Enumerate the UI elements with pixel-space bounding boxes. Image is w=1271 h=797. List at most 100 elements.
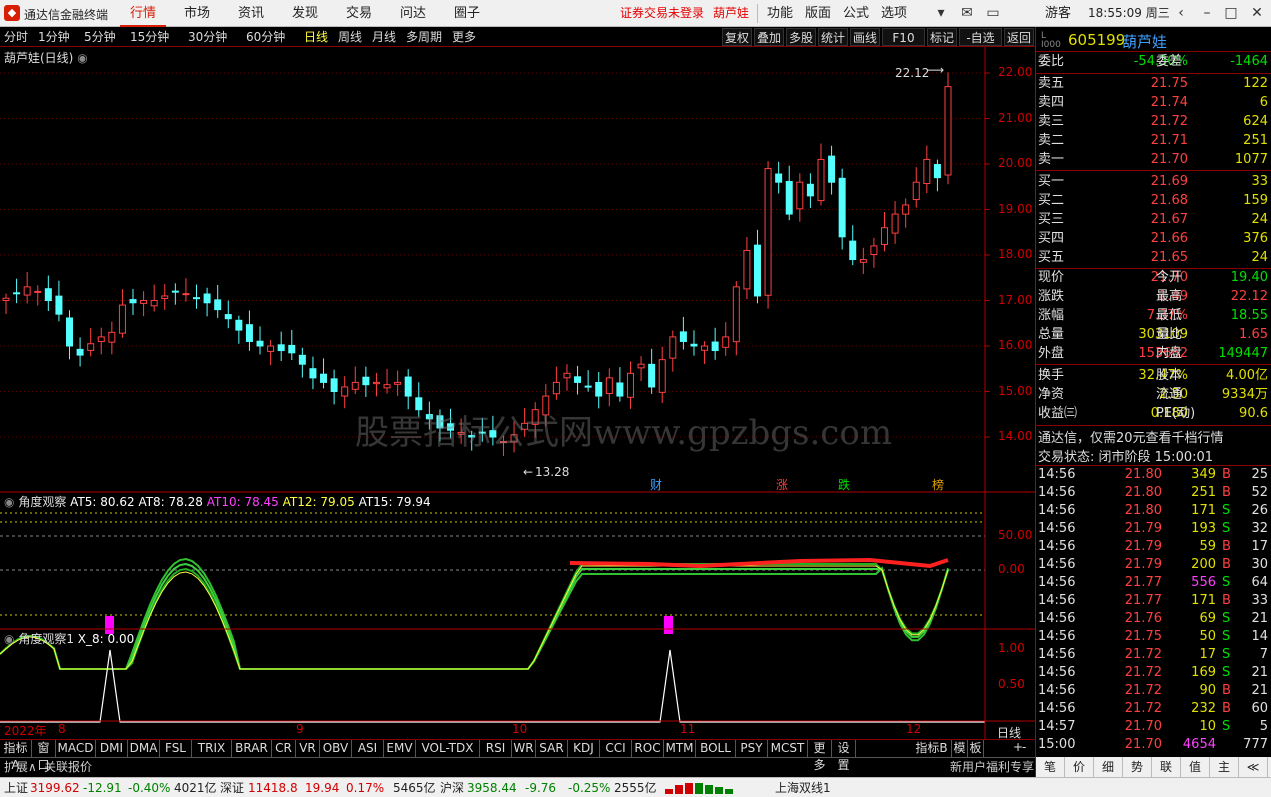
rp-tab-1[interactable]: 价	[1065, 757, 1094, 777]
indicator-tab-8[interactable]: CR	[272, 740, 296, 757]
menu-banmian[interactable]: 版面	[805, 0, 831, 27]
menu-gongneng[interactable]: 功能	[767, 0, 793, 27]
marker-cai[interactable]: 财	[650, 476, 662, 493]
indicator-tab-13[interactable]: VOL-TDX	[416, 740, 480, 757]
indicator-tab-10[interactable]: OBV	[320, 740, 352, 757]
down-arrow-icon[interactable]: ▾	[930, 3, 952, 23]
menu-faxian[interactable]: 发现	[283, 0, 327, 27]
indicator-tab-3[interactable]: DMI	[96, 740, 128, 757]
marker-die[interactable]: 跌	[838, 476, 850, 493]
indicator-tab-6[interactable]: TRIX	[192, 740, 232, 757]
collapse-icon[interactable]: ◉	[4, 632, 14, 646]
indicator-tab-19[interactable]: ROC	[632, 740, 664, 757]
login-stock[interactable]: 葫芦娃	[713, 0, 749, 27]
newuser-link[interactable]: 新用户福利专享	[950, 758, 1034, 775]
marker-bang[interactable]: 榜	[932, 476, 944, 493]
user-label[interactable]: 游客	[1045, 0, 1071, 27]
indicator-tab-9[interactable]: VR	[296, 740, 320, 757]
period-tab-4[interactable]: 30分钟	[188, 27, 227, 47]
rp-tab-4[interactable]: 联	[1152, 757, 1181, 777]
period-tab-1[interactable]: 1分钟	[38, 27, 70, 47]
indicator-tab-7[interactable]: BRAR	[232, 740, 272, 757]
indicator-tab-11[interactable]: ASI	[352, 740, 384, 757]
menu-quanzi[interactable]: 圈子	[445, 0, 489, 27]
indicator-tab-0[interactable]: 指标A	[0, 740, 32, 772]
menu-zixun[interactable]: 资讯	[229, 0, 273, 27]
mail-icon[interactable]: ✉	[956, 3, 978, 23]
rp-tab-7[interactable]: ≪	[1239, 757, 1268, 777]
period-tab-8[interactable]: 月线	[372, 27, 396, 47]
rp-tab-0[interactable]: 笔	[1036, 757, 1065, 777]
indicator-tab-1[interactable]: 窗口	[32, 740, 56, 772]
indicator-tab-24[interactable]: 更多	[808, 740, 832, 772]
tick-price: 21.79	[1124, 539, 1162, 554]
tool-8[interactable]: 返回	[1004, 28, 1034, 46]
marker-zhang[interactable]: 涨	[776, 476, 788, 493]
menu-xuanxiang[interactable]: 选项	[881, 0, 907, 27]
collapse-icon[interactable]: ◉	[4, 495, 14, 509]
tool-6[interactable]: 标记	[927, 28, 957, 46]
indicator-tab-23[interactable]: MCST	[768, 740, 808, 757]
indicator-tab-20[interactable]: MTM	[664, 740, 696, 757]
period-tab-10[interactable]: 更多	[452, 27, 476, 47]
period-tab-3[interactable]: 15分钟	[130, 27, 169, 47]
sh-label[interactable]: 上证	[4, 778, 28, 797]
tool-7[interactable]: -自选	[959, 28, 1002, 46]
sz-change: 19.94	[305, 781, 340, 795]
menu-shichang[interactable]: 市场	[175, 0, 219, 27]
stat-label: 收益㈢	[1038, 406, 1078, 421]
indicator-tab-17[interactable]: KDJ	[568, 740, 600, 757]
period-tab-2[interactable]: 5分钟	[84, 27, 116, 47]
candle-body	[679, 331, 687, 342]
tool-4[interactable]: 画线	[850, 28, 880, 46]
tab-mo[interactable]: 模	[952, 740, 968, 757]
menu-wenda[interactable]: 问达	[391, 0, 435, 27]
tool-0[interactable]: 复权	[722, 28, 752, 46]
candle-body	[764, 168, 772, 296]
menu-hangqing[interactable]: 行情	[120, 0, 166, 27]
screen-icon[interactable]: ▭	[982, 3, 1004, 23]
back-icon[interactable]: ‹	[1170, 3, 1192, 23]
minus-button[interactable]: -	[1022, 740, 1026, 754]
minimize-icon[interactable]: –	[1196, 3, 1218, 23]
tool-3[interactable]: 统计	[818, 28, 848, 46]
related-quote-button[interactable]: 关联报价	[44, 758, 92, 776]
tick-volume: 200	[1191, 557, 1216, 572]
indicator-tab-4[interactable]: DMA	[128, 740, 160, 757]
tab-ban[interactable]: 板	[968, 740, 984, 757]
menu-jiaoyi[interactable]: 交易	[337, 0, 381, 27]
rp-tab-3[interactable]: 势	[1123, 757, 1152, 777]
period-tab-5[interactable]: 60分钟	[246, 27, 285, 47]
line-label[interactable]: 上海双线1	[775, 778, 831, 797]
period-tab-7[interactable]: 周线	[338, 27, 362, 47]
login-warning[interactable]: 证券交易未登录	[620, 0, 704, 27]
indicator-tab-25[interactable]: 设置	[832, 740, 856, 772]
indicator-tab-12[interactable]: EMV	[384, 740, 416, 757]
menu-gongshi[interactable]: 公式	[843, 0, 869, 27]
indicator-tab-14[interactable]: RSI	[480, 740, 512, 757]
indicator-tab-16[interactable]: SAR	[536, 740, 568, 757]
tool-2[interactable]: 多股	[786, 28, 816, 46]
tool-5[interactable]: F10	[882, 28, 925, 46]
indicator-tab-15[interactable]: WR	[512, 740, 536, 757]
period-tab-6[interactable]: 日线	[304, 27, 328, 47]
rp-tab-6[interactable]: 主	[1210, 757, 1239, 777]
tool-1[interactable]: 叠加	[754, 28, 784, 46]
period-tab-9[interactable]: 多周期	[406, 27, 442, 47]
rp-tab-2[interactable]: 细	[1094, 757, 1123, 777]
close-icon[interactable]: ✕	[1246, 3, 1268, 23]
indicator-tab-2[interactable]: MACD	[56, 740, 96, 757]
promo-text[interactable]: 通达信，仅需20元查看千档行情	[1038, 427, 1224, 446]
period-tab-0[interactable]: 分时	[4, 27, 28, 47]
hs-label[interactable]: 沪深	[440, 778, 464, 797]
rp-tab-5[interactable]: 值	[1181, 757, 1210, 777]
sz-label[interactable]: 深证	[220, 778, 244, 797]
tick-count: 5	[1259, 719, 1268, 734]
maximize-icon[interactable]: □	[1220, 3, 1242, 23]
indicator-tab-21[interactable]: BOLL	[696, 740, 736, 757]
indicator-tab-5[interactable]: FSL	[160, 740, 192, 757]
tab-indicator-b[interactable]: 指标B	[912, 740, 952, 757]
indicator-tab-22[interactable]: PSY	[736, 740, 768, 757]
extend-button[interactable]: 扩展∧	[4, 758, 37, 776]
indicator-tab-18[interactable]: CCI	[600, 740, 632, 757]
